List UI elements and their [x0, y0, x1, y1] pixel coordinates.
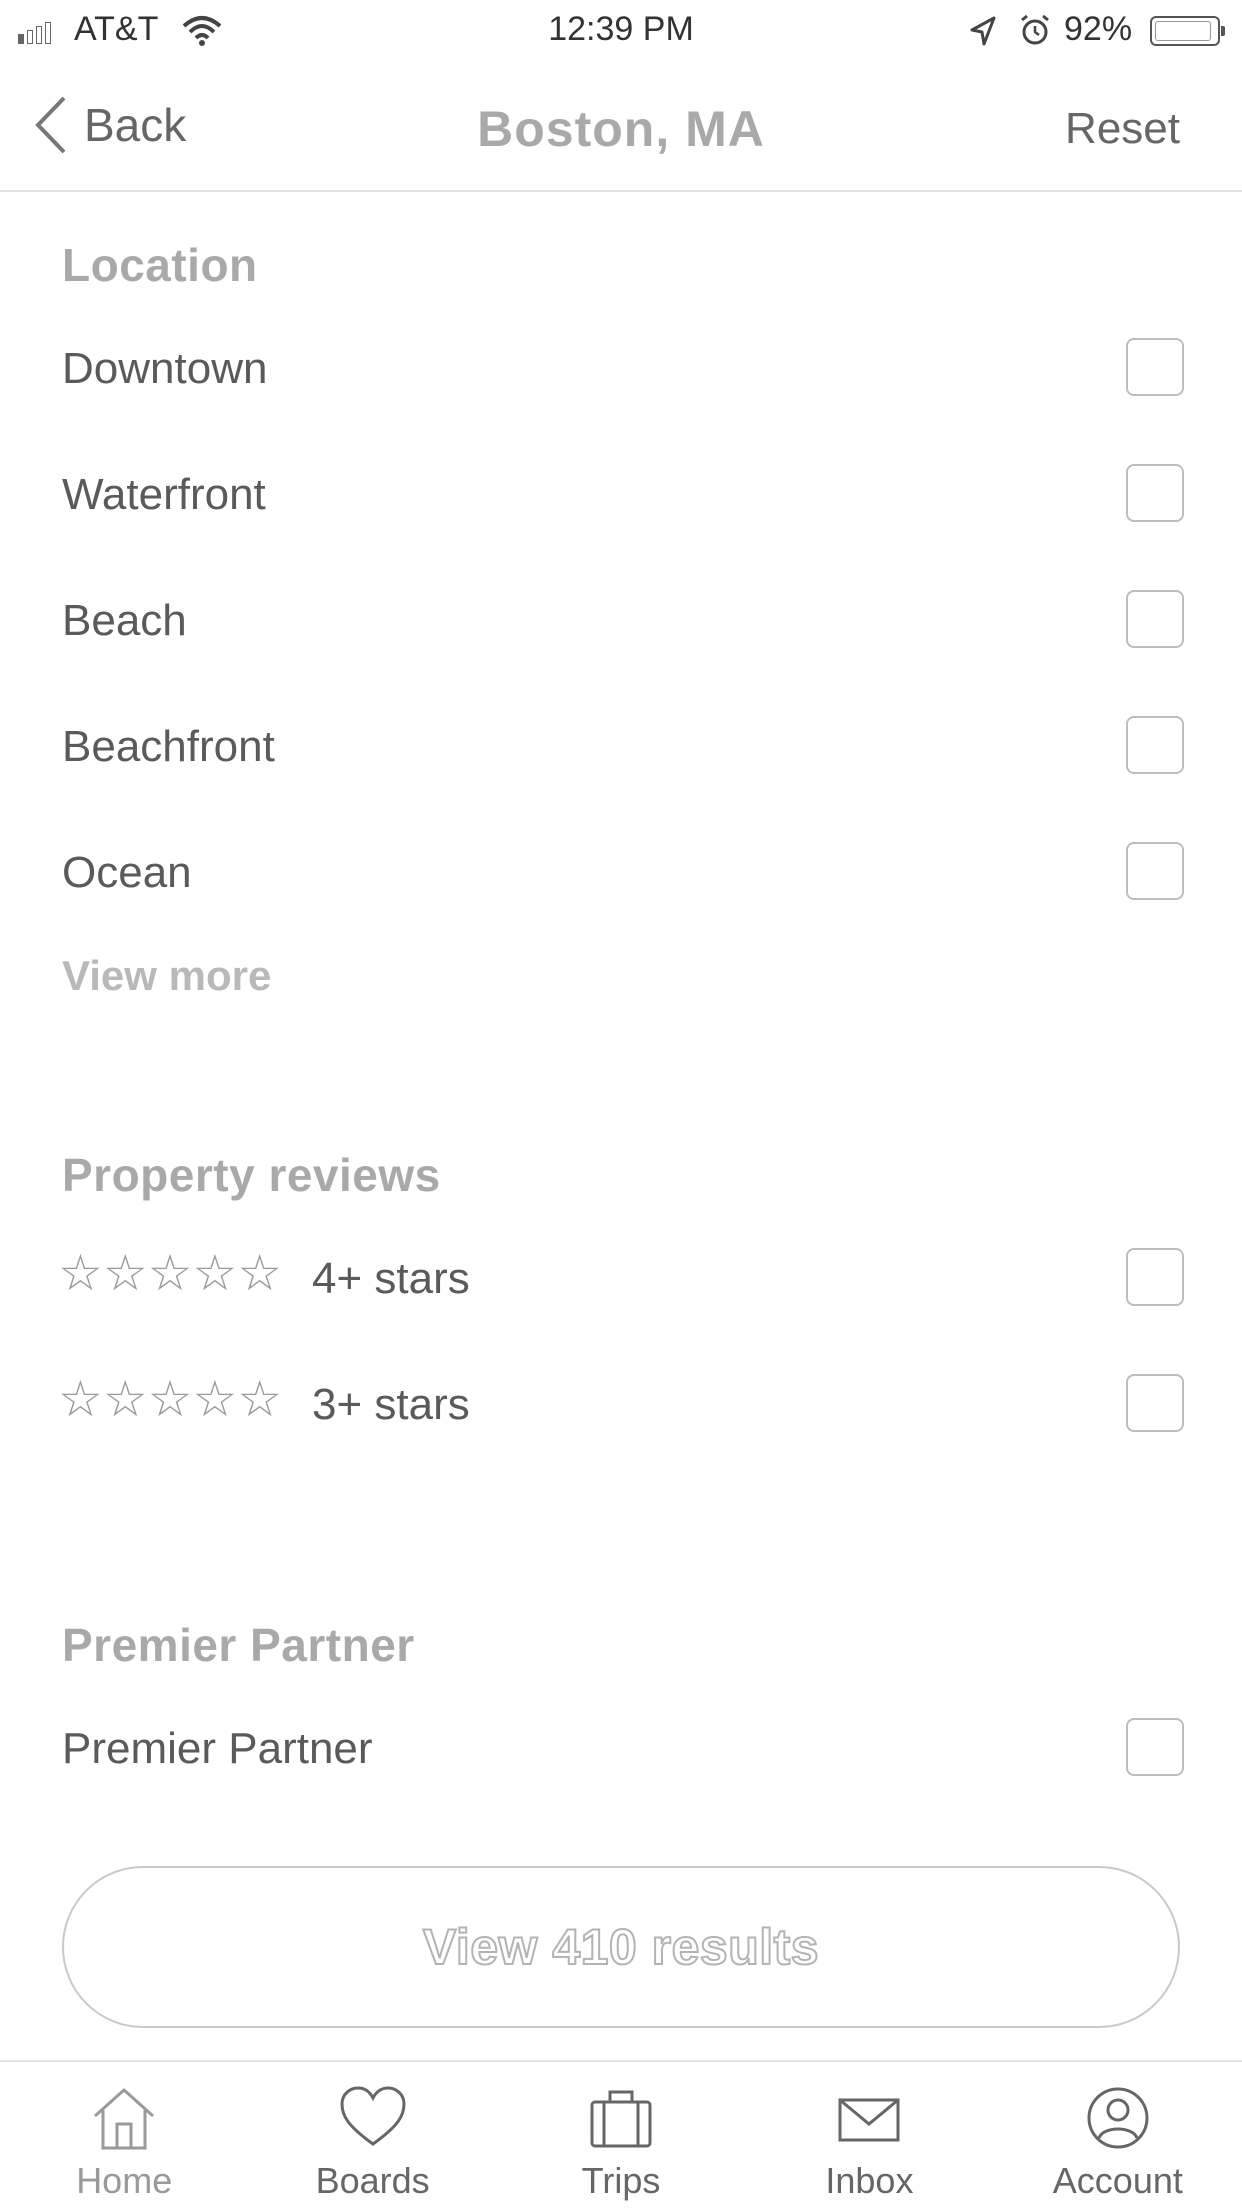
tab-label: Inbox — [825, 2160, 914, 2201]
filter-label: Beachfront — [62, 722, 275, 771]
filter-label: 3+ stars — [312, 1380, 470, 1429]
filter-label: Beach — [62, 596, 187, 645]
envelope-icon — [838, 2098, 900, 2142]
checkbox-beach[interactable] — [1126, 590, 1184, 648]
filter-label: Premier Partner — [62, 1724, 373, 1773]
tab-trips[interactable]: Trips — [497, 2062, 745, 2208]
tab-label: Home — [76, 2160, 173, 2201]
battery-percent: 92% — [1064, 10, 1133, 48]
filter-row-4-stars[interactable]: ☆☆☆☆☆ 4+ stars — [0, 1226, 1242, 1326]
location-arrow-icon — [970, 16, 996, 46]
tab-boards[interactable]: Boards — [248, 2062, 496, 2208]
tab-account[interactable]: Account — [994, 2062, 1242, 2208]
tab-bar: Home Boards Trips Inbox Account — [0, 2060, 1242, 2208]
star-rating-icon: ☆☆☆☆☆ — [58, 1244, 283, 1302]
filter-label: Downtown — [62, 344, 268, 393]
alarm-icon — [1021, 14, 1049, 45]
checkbox-3-stars[interactable] — [1126, 1374, 1184, 1432]
checkbox-premier-partner[interactable] — [1126, 1718, 1184, 1776]
location-section-title: Location — [62, 239, 258, 291]
checkbox-downtown[interactable] — [1126, 338, 1184, 396]
filter-label: Waterfront — [62, 470, 266, 519]
premier-section-title: Premier Partner — [62, 1619, 415, 1671]
heart-icon — [340, 2086, 406, 2146]
tab-inbox[interactable]: Inbox — [745, 2062, 993, 2208]
status-bar: AT&T 12:39 PM 92% — [0, 0, 1242, 62]
page-title: Boston, MA — [477, 101, 765, 157]
battery-icon — [1150, 16, 1225, 46]
filter-row-ocean[interactable]: Ocean — [0, 820, 1242, 920]
status-time: 12:39 PM — [548, 10, 694, 48]
suitcase-icon — [590, 2090, 652, 2148]
filter-label: Ocean — [62, 848, 192, 897]
reviews-section-title: Property reviews — [62, 1149, 441, 1201]
tab-label: Boards — [315, 2160, 430, 2201]
view-results-button[interactable]: View 410 results — [62, 1866, 1180, 2028]
filter-row-downtown[interactable]: Downtown — [0, 316, 1242, 416]
view-more-link[interactable]: View more — [62, 952, 271, 1000]
filter-row-beach[interactable]: Beach — [0, 568, 1242, 668]
filter-row-premier-partner[interactable]: Premier Partner — [0, 1696, 1242, 1796]
checkbox-ocean[interactable] — [1126, 842, 1184, 900]
view-results-label: View 410 results — [422, 1918, 820, 1976]
home-icon — [94, 2088, 155, 2150]
checkbox-4-stars[interactable] — [1126, 1248, 1184, 1306]
filter-row-3-stars[interactable]: ☆☆☆☆☆ 3+ stars — [0, 1352, 1242, 1452]
filter-row-beachfront[interactable]: Beachfront — [0, 694, 1242, 794]
checkbox-beachfront[interactable] — [1126, 716, 1184, 774]
star-rating-icon: ☆☆☆☆☆ — [58, 1370, 283, 1428]
filter-screen: AT&T 12:39 PM 92% Back Boston, MA Reset — [0, 0, 1242, 2208]
filter-row-waterfront[interactable]: Waterfront — [0, 442, 1242, 542]
user-icon — [1087, 2087, 1149, 2149]
reset-button[interactable]: Reset — [1065, 104, 1180, 154]
filter-label: 4+ stars — [312, 1254, 470, 1303]
checkbox-waterfront[interactable] — [1126, 464, 1184, 522]
tab-home[interactable]: Home — [0, 2062, 248, 2208]
nav-bar: Back Boston, MA Reset — [0, 62, 1242, 192]
tab-label: Account — [1052, 2160, 1183, 2201]
tab-label: Trips — [581, 2160, 661, 2201]
